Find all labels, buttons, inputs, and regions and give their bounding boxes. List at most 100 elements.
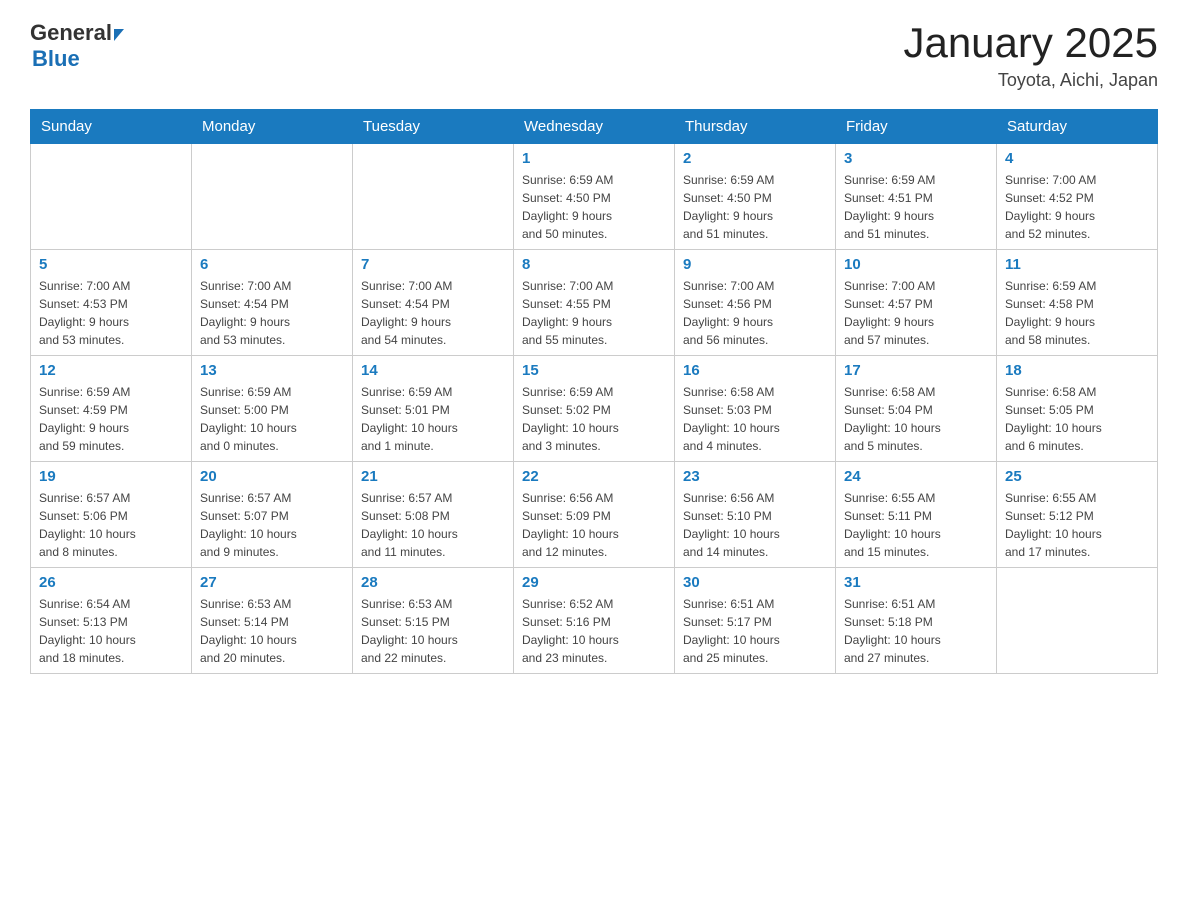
cell-day-number: 12 [39, 362, 183, 379]
calendar-cell: 1 Sunrise: 6:59 AM Sunset: 4:50 PM Daylig… [514, 144, 675, 250]
calendar-cell: 13Sunrise: 6:59 AM Sunset: 5:00 PM Dayli… [192, 356, 353, 462]
cell-day-number: 19 [39, 468, 183, 485]
cell-day-number: 18 [1005, 362, 1149, 379]
calendar-day-header: Sunday [31, 110, 192, 144]
cell-daylight-info: Sunrise: 7:00 AM Sunset: 4:52 PM Dayligh… [1005, 171, 1149, 243]
calendar-cell: 11 Sunrise: 6:59 AM Sunset: 4:58 PM Dayli… [997, 250, 1158, 356]
cell-daylight-info: Sunrise: 6:57 AM Sunset: 5:07 PM Dayligh… [200, 489, 344, 561]
cell-day-number: 30 [683, 574, 827, 591]
cell-day-number: 1 [522, 150, 666, 167]
cell-daylight-info: Sunrise: 6:59 AM Sunset: 4:51 PM Dayligh… [844, 171, 988, 243]
calendar-cell: 18Sunrise: 6:58 AM Sunset: 5:05 PM Dayli… [997, 356, 1158, 462]
calendar-cell: 6 Sunrise: 7:00 AM Sunset: 4:54 PM Daylig… [192, 250, 353, 356]
cell-day-number: 10 [844, 256, 988, 273]
calendar-cell: 24Sunrise: 6:55 AM Sunset: 5:11 PM Dayli… [836, 462, 997, 568]
cell-daylight-info: Sunrise: 7:00 AM Sunset: 4:54 PM Dayligh… [361, 277, 505, 349]
cell-day-number: 3 [844, 150, 988, 167]
calendar-cell: 25 Sunrise: 6:55 AM Sunset: 5:12 PM Dayli… [997, 462, 1158, 568]
cell-daylight-info: Sunrise: 7:00 AM Sunset: 4:56 PM Dayligh… [683, 277, 827, 349]
cell-day-number: 14 [361, 362, 505, 379]
logo-general-text: General [30, 20, 112, 46]
cell-daylight-info: Sunrise: 7:00 AM Sunset: 4:53 PM Dayligh… [39, 277, 183, 349]
cell-daylight-info: Sunrise: 7:00 AM Sunset: 4:54 PM Dayligh… [200, 277, 344, 349]
cell-day-number: 11 [1005, 256, 1149, 273]
cell-daylight-info: Sunrise: 7:00 AM Sunset: 4:57 PM Dayligh… [844, 277, 988, 349]
calendar-cell: 14 Sunrise: 6:59 AM Sunset: 5:01 PM Dayli… [353, 356, 514, 462]
calendar-cell: 26 Sunrise: 6:54 AM Sunset: 5:13 PM Dayli… [31, 568, 192, 674]
calendar-cell: 7 Sunrise: 7:00 AM Sunset: 4:54 PM Daylig… [353, 250, 514, 356]
calendar-week-row: 12 Sunrise: 6:59 AM Sunset: 4:59 PM Dayli… [31, 356, 1158, 462]
calendar-cell: 23Sunrise: 6:56 AM Sunset: 5:10 PM Dayli… [675, 462, 836, 568]
cell-daylight-info: Sunrise: 6:55 AM Sunset: 5:12 PM Dayligh… [1005, 489, 1149, 561]
cell-day-number: 6 [200, 256, 344, 273]
cell-day-number: 17 [844, 362, 988, 379]
calendar-subtitle: Toyota, Aichi, Japan [903, 70, 1158, 91]
logo-blue-text: Blue [32, 46, 80, 71]
calendar-cell: 22Sunrise: 6:56 AM Sunset: 5:09 PM Dayli… [514, 462, 675, 568]
cell-day-number: 2 [683, 150, 827, 167]
calendar-cell: 5 Sunrise: 7:00 AM Sunset: 4:53 PM Daylig… [31, 250, 192, 356]
calendar-header: SundayMondayTuesdayWednesdayThursdayFrid… [31, 110, 1158, 144]
calendar-cell: 28Sunrise: 6:53 AM Sunset: 5:15 PM Dayli… [353, 568, 514, 674]
cell-day-number: 26 [39, 574, 183, 591]
cell-day-number: 20 [200, 468, 344, 485]
cell-daylight-info: Sunrise: 6:54 AM Sunset: 5:13 PM Dayligh… [39, 595, 183, 667]
cell-daylight-info: Sunrise: 6:53 AM Sunset: 5:15 PM Dayligh… [361, 595, 505, 667]
cell-daylight-info: Sunrise: 6:51 AM Sunset: 5:17 PM Dayligh… [683, 595, 827, 667]
calendar-day-header: Tuesday [353, 110, 514, 144]
logo: General Blue [30, 20, 124, 72]
cell-daylight-info: Sunrise: 6:59 AM Sunset: 5:02 PM Dayligh… [522, 383, 666, 455]
page-header: General Blue January 2025 Toyota, Aichi,… [30, 20, 1158, 91]
calendar-cell [997, 568, 1158, 674]
cell-daylight-info: Sunrise: 6:53 AM Sunset: 5:14 PM Dayligh… [200, 595, 344, 667]
calendar-cell: 4 Sunrise: 7:00 AM Sunset: 4:52 PM Daylig… [997, 144, 1158, 250]
calendar-cell: 12 Sunrise: 6:59 AM Sunset: 4:59 PM Dayli… [31, 356, 192, 462]
calendar-cell [31, 144, 192, 250]
cell-daylight-info: Sunrise: 6:57 AM Sunset: 5:06 PM Dayligh… [39, 489, 183, 561]
calendar-cell: 20 Sunrise: 6:57 AM Sunset: 5:07 PM Dayli… [192, 462, 353, 568]
cell-day-number: 24 [844, 468, 988, 485]
cell-daylight-info: Sunrise: 6:56 AM Sunset: 5:10 PM Dayligh… [683, 489, 827, 561]
cell-day-number: 31 [844, 574, 988, 591]
calendar-cell: 30 Sunrise: 6:51 AM Sunset: 5:17 PM Dayli… [675, 568, 836, 674]
calendar-day-header: Thursday [675, 110, 836, 144]
calendar-cell [353, 144, 514, 250]
cell-day-number: 21 [361, 468, 505, 485]
cell-day-number: 5 [39, 256, 183, 273]
calendar-cell: 31 Sunrise: 6:51 AM Sunset: 5:18 PM Dayli… [836, 568, 997, 674]
cell-daylight-info: Sunrise: 6:51 AM Sunset: 5:18 PM Dayligh… [844, 595, 988, 667]
calendar-cell [192, 144, 353, 250]
cell-day-number: 7 [361, 256, 505, 273]
calendar-day-header: Friday [836, 110, 997, 144]
calendar-cell: 10 Sunrise: 7:00 AM Sunset: 4:57 PM Dayli… [836, 250, 997, 356]
calendar-week-row: 5 Sunrise: 7:00 AM Sunset: 4:53 PM Daylig… [31, 250, 1158, 356]
cell-day-number: 27 [200, 574, 344, 591]
calendar-cell: 29Sunrise: 6:52 AM Sunset: 5:16 PM Dayli… [514, 568, 675, 674]
cell-daylight-info: Sunrise: 6:59 AM Sunset: 4:50 PM Dayligh… [683, 171, 827, 243]
calendar-week-row: 26 Sunrise: 6:54 AM Sunset: 5:13 PM Dayli… [31, 568, 1158, 674]
calendar-title: January 2025 [903, 20, 1158, 66]
cell-daylight-info: Sunrise: 6:59 AM Sunset: 4:59 PM Dayligh… [39, 383, 183, 455]
calendar-cell: 8 Sunrise: 7:00 AM Sunset: 4:55 PM Daylig… [514, 250, 675, 356]
cell-daylight-info: Sunrise: 6:52 AM Sunset: 5:16 PM Dayligh… [522, 595, 666, 667]
calendar-cell: 27 Sunrise: 6:53 AM Sunset: 5:14 PM Dayli… [192, 568, 353, 674]
calendar-day-header: Wednesday [514, 110, 675, 144]
calendar-cell: 9Sunrise: 7:00 AM Sunset: 4:56 PM Daylig… [675, 250, 836, 356]
cell-day-number: 8 [522, 256, 666, 273]
cell-day-number: 22 [522, 468, 666, 485]
cell-daylight-info: Sunrise: 6:59 AM Sunset: 4:50 PM Dayligh… [522, 171, 666, 243]
calendar-cell: 17Sunrise: 6:58 AM Sunset: 5:04 PM Dayli… [836, 356, 997, 462]
calendar-cell: 15Sunrise: 6:59 AM Sunset: 5:02 PM Dayli… [514, 356, 675, 462]
logo-arrow-icon [114, 29, 124, 41]
cell-daylight-info: Sunrise: 7:00 AM Sunset: 4:55 PM Dayligh… [522, 277, 666, 349]
calendar-header-row: SundayMondayTuesdayWednesdayThursdayFrid… [31, 110, 1158, 144]
cell-day-number: 16 [683, 362, 827, 379]
cell-daylight-info: Sunrise: 6:58 AM Sunset: 5:03 PM Dayligh… [683, 383, 827, 455]
cell-daylight-info: Sunrise: 6:59 AM Sunset: 5:01 PM Dayligh… [361, 383, 505, 455]
cell-day-number: 4 [1005, 150, 1149, 167]
cell-daylight-info: Sunrise: 6:57 AM Sunset: 5:08 PM Dayligh… [361, 489, 505, 561]
cell-day-number: 25 [1005, 468, 1149, 485]
calendar-cell: 21 Sunrise: 6:57 AM Sunset: 5:08 PM Dayli… [353, 462, 514, 568]
cell-daylight-info: Sunrise: 6:59 AM Sunset: 4:58 PM Dayligh… [1005, 277, 1149, 349]
calendar-cell: 19 Sunrise: 6:57 AM Sunset: 5:06 PM Dayli… [31, 462, 192, 568]
